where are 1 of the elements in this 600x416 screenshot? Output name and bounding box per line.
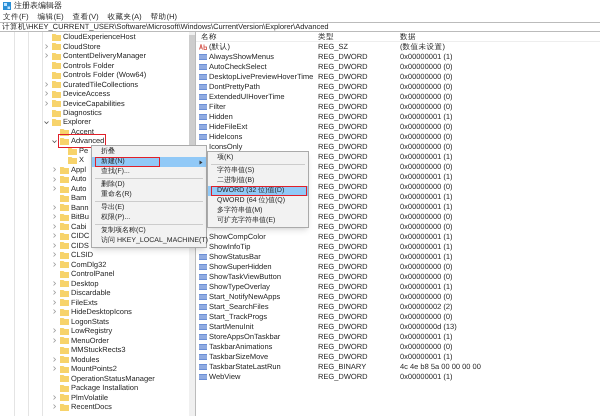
window-title: 注册表编辑器 [14,0,62,12]
